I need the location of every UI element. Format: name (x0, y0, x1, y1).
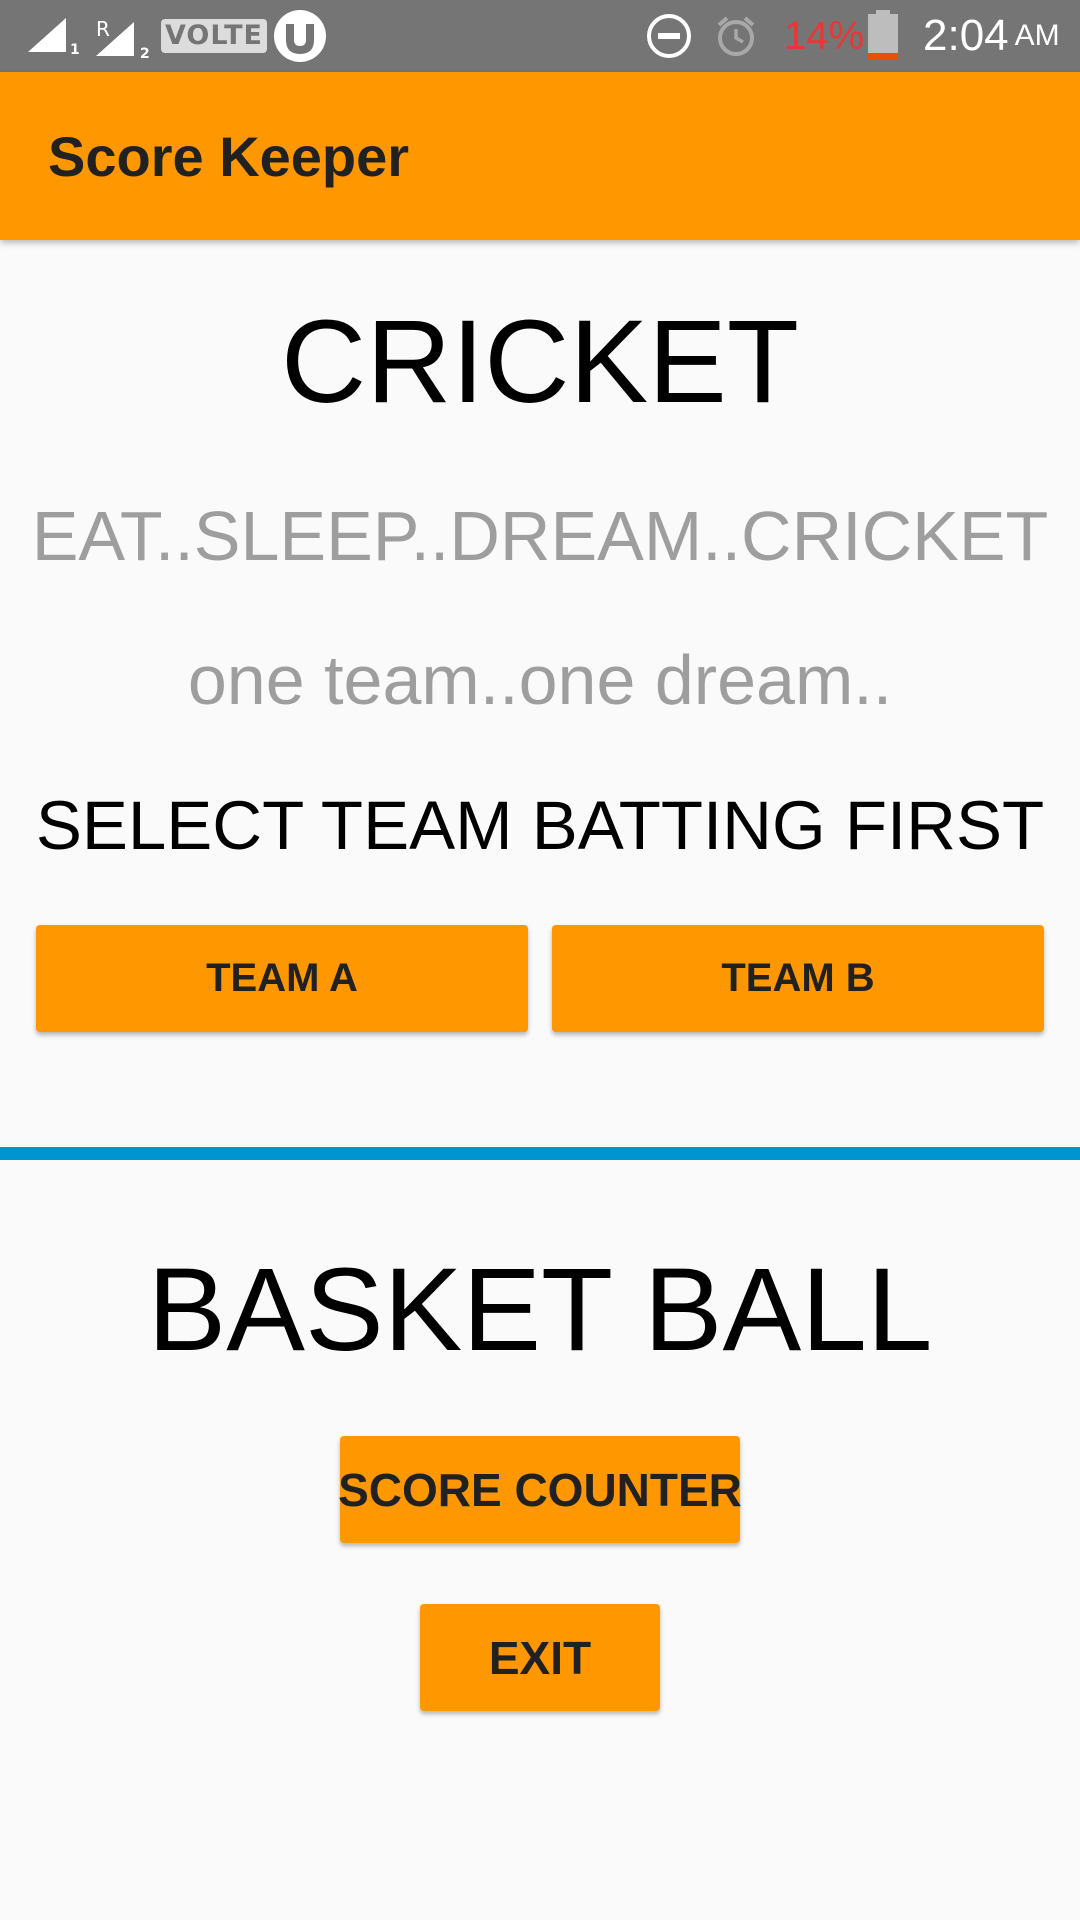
section-divider (0, 1147, 1080, 1160)
score-counter-button[interactable]: SCORE COUNTER (338, 1436, 742, 1543)
utorrent-icon (272, 0, 328, 72)
do-not-disturb-icon (646, 0, 692, 72)
roaming-label: R (96, 17, 110, 41)
sim1-label: 1 (70, 42, 80, 56)
cricket-motto: one team..one dream.. (187, 641, 893, 719)
cricket-title: CRICKET (281, 296, 799, 428)
app-title: Score Keeper (48, 124, 410, 188)
battery-low-icon (866, 0, 900, 72)
exit-button[interactable]: EXIT (420, 1604, 660, 1711)
alarm-icon (713, 0, 759, 72)
volte-icon: VOLTE (161, 0, 267, 72)
status-bar: 1 R 2 VOLTE 14% 2:04 AM (0, 0, 1080, 72)
volte-label: VOLTE (161, 19, 267, 53)
clock-ampm: AM (1014, 19, 1060, 52)
select-team-prompt: SELECT TEAM BATTING FIRST (35, 787, 1045, 864)
app-bar: Score Keeper (0, 72, 1080, 240)
clock: 2:04 AM (923, 0, 1060, 72)
clock-time: 2:04 (923, 11, 1009, 60)
team-a-button[interactable]: TEAM A (36, 925, 528, 1032)
cricket-tagline: EAT..SLEEP..DREAM..CRICKET (31, 497, 1049, 575)
sim2-label: 2 (140, 46, 150, 60)
battery-percent: 14% (784, 13, 865, 58)
basketball-title: BASKET BALL (147, 1244, 933, 1376)
team-b-button[interactable]: TEAM B (552, 925, 1044, 1032)
signal-icon: 1 (26, 0, 84, 72)
signal-roaming-icon: R 2 (94, 0, 156, 72)
